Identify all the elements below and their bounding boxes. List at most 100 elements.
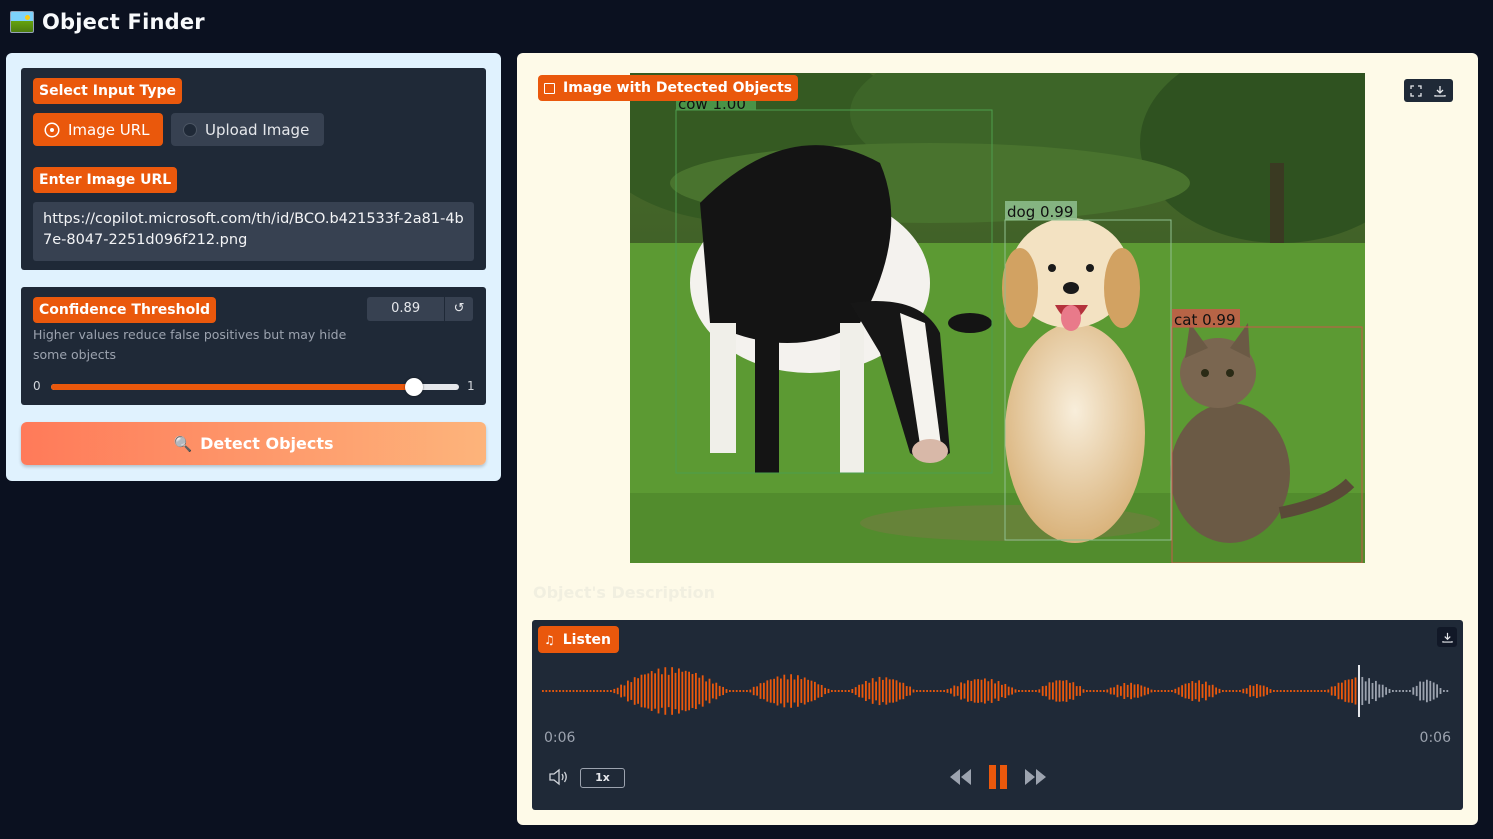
magnifier-icon: 🔍: [173, 434, 193, 453]
playback-speed-button[interactable]: 1x: [580, 768, 625, 788]
radio-upload-image[interactable]: Upload Image: [171, 113, 324, 146]
waveform-bar: [946, 689, 949, 693]
waveform-bar: [922, 690, 925, 692]
waveform-bar: [899, 682, 901, 700]
waveform-bar: [599, 690, 602, 692]
waveform-bar: [994, 683, 996, 699]
waveform-bar: [970, 680, 973, 702]
detect-objects-label: Detect Objects: [200, 434, 334, 453]
waveform-bar: [1429, 680, 1432, 702]
waveform-bar: [1089, 690, 1092, 692]
waveform-bar: [790, 674, 792, 708]
waveform-bar: [871, 678, 874, 704]
waveform-bar: [1426, 679, 1428, 703]
waveform-bar: [1398, 690, 1401, 692]
waveform-bar: [688, 671, 690, 711]
waveform-bar: [722, 686, 724, 696]
waveform-bar: [814, 681, 816, 701]
pause-icon[interactable]: [986, 763, 1010, 795]
waveform-bar: [1443, 690, 1445, 692]
duration-time: 0:06: [1419, 730, 1451, 746]
waveform-bar: [1334, 686, 1336, 696]
waveform-bar: [586, 690, 588, 692]
waveform-bar: [1211, 684, 1214, 698]
audio-waveform[interactable]: [542, 665, 1450, 717]
waveform-bar: [1405, 690, 1408, 692]
slider-thumb[interactable]: [405, 378, 424, 396]
waveform-bar: [1103, 690, 1105, 692]
confidence-slider[interactable]: [51, 378, 459, 396]
waveform-bar: [1045, 685, 1047, 697]
volume-icon[interactable]: [548, 768, 572, 788]
waveform-bar: [1392, 690, 1394, 692]
waveform-bar: [780, 678, 782, 704]
waveform-bar: [984, 678, 986, 704]
waveform-bar: [1072, 682, 1075, 700]
waveform-bar: [1269, 689, 1272, 693]
waveform-bar: [1303, 690, 1306, 692]
waveform-bar: [1198, 680, 1200, 702]
detect-objects-button[interactable]: 🔍 Detect Objects: [21, 422, 486, 465]
waveform-bar: [1378, 684, 1381, 698]
waveform-bar: [892, 679, 894, 703]
reset-icon[interactable]: ↺: [444, 297, 473, 321]
waveform-bar: [1021, 690, 1024, 692]
waveform-bar: [878, 676, 881, 706]
waveform-bar: [1432, 682, 1435, 700]
waveform-bar: [977, 679, 979, 703]
waveform-bar: [729, 690, 731, 692]
waveform-bar: [1259, 685, 1262, 697]
playhead[interactable]: [1358, 665, 1360, 717]
confidence-number-field: 0.89 ↺: [367, 297, 473, 321]
app-header: Object Finder: [10, 8, 205, 36]
waveform-bar: [888, 679, 891, 703]
waveform-bar: [1273, 690, 1275, 692]
image-output-label: Image with Detected Objects: [538, 75, 799, 101]
waveform-bar: [1011, 687, 1013, 695]
waveform-bar: [783, 674, 786, 708]
waveform-bar: [902, 682, 905, 700]
fullscreen-icon[interactable]: [1404, 79, 1428, 102]
waveform-bar: [868, 682, 871, 700]
confidence-block: Confidence Threshold 0.89 ↺ Higher value…: [21, 287, 486, 405]
waveform-bar: [1028, 690, 1030, 692]
waveform-bar: [851, 688, 854, 694]
waveform-bar: [1062, 680, 1064, 702]
waveform-bar: [1035, 690, 1037, 692]
fast-forward-icon[interactable]: [1024, 763, 1048, 795]
description-title: Object's Description: [533, 583, 715, 602]
waveform-bar: [1007, 686, 1010, 696]
slider-min-label: 0: [33, 379, 41, 393]
waveform-bar: [569, 690, 571, 692]
audio-label: ♫ Listen: [538, 626, 619, 653]
rewind-icon[interactable]: [948, 763, 972, 795]
waveform-bar: [1116, 684, 1119, 698]
waveform-bar: [1052, 682, 1054, 700]
waveform-bar: [1412, 687, 1415, 695]
waveform-bar: [725, 689, 728, 693]
waveform-bar: [1184, 683, 1187, 699]
waveform-bar: [552, 690, 554, 692]
waveform-bar: [1307, 690, 1309, 692]
waveform-bar: [1140, 685, 1143, 697]
waveform-bar: [749, 689, 752, 693]
waveform-bar: [603, 690, 605, 692]
waveform-bar: [1194, 682, 1197, 700]
download-icon[interactable]: [1428, 79, 1452, 102]
waveform-bar: [1385, 687, 1387, 695]
waveform-bar: [1239, 690, 1241, 692]
waveform-bar: [1164, 690, 1166, 692]
waveform-bar: [1157, 690, 1160, 692]
confidence-number-input[interactable]: 0.89: [367, 297, 444, 321]
waveform-bar: [1439, 688, 1442, 694]
audio-download-icon[interactable]: [1437, 627, 1457, 647]
waveform-bar: [1324, 690, 1326, 692]
waveform-bar: [1351, 679, 1353, 703]
waveform-bar: [671, 667, 673, 715]
waveform-bar: [1422, 681, 1425, 701]
waveform-bar: [1205, 681, 1207, 701]
image-url-input[interactable]: https://copilot.microsoft.com/th/id/BCO.…: [33, 202, 474, 261]
radio-image-url[interactable]: Image URL: [33, 113, 163, 146]
waveform-bar: [1300, 690, 1302, 692]
waveform-bar: [542, 690, 544, 692]
